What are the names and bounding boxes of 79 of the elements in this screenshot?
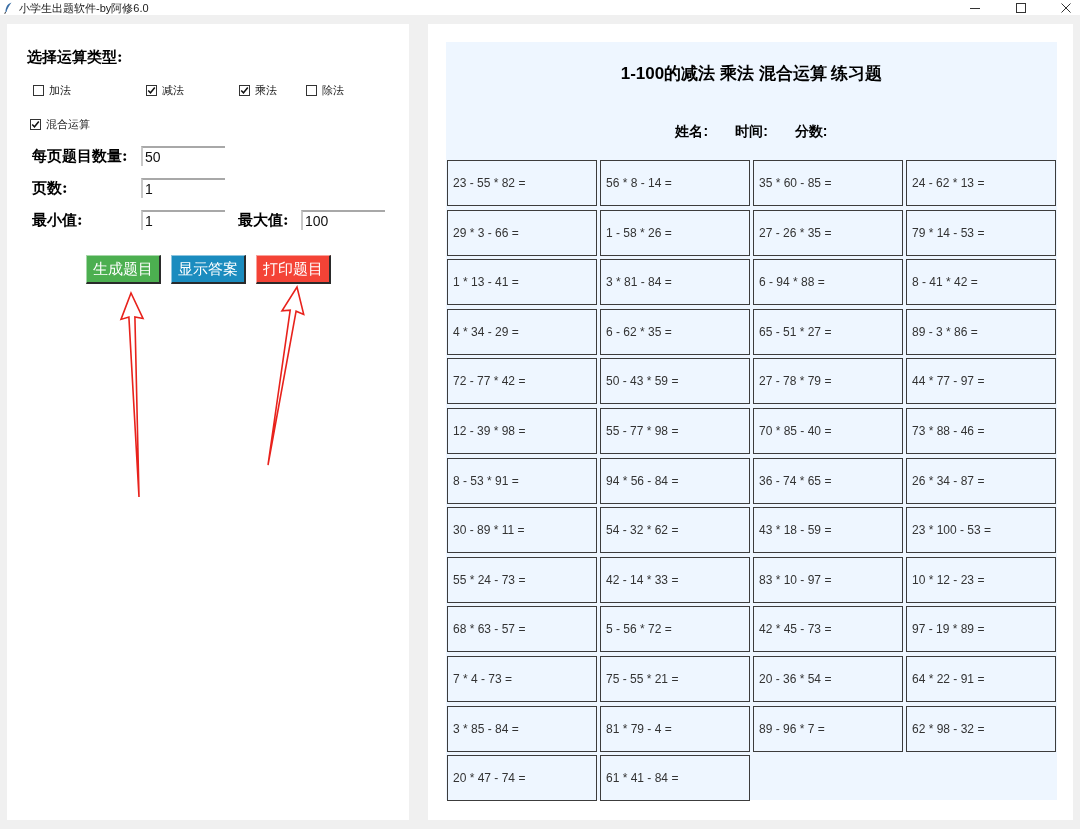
info-label: 分数: [794,122,828,141]
field-label: 最小值: [32,210,84,230]
close-icon[interactable] [1061,2,1071,13]
action-button[interactable]: 显示答案 [170,255,246,284]
input-field[interactable]: 50 [141,146,225,166]
problem-cell: 64 * 22 - 91 = [906,655,1056,702]
problem-cell: 55 - 77 * 98 = [600,407,750,454]
checkbox[interactable] [239,84,250,96]
checkbox[interactable] [306,84,317,96]
problem-cell: 42 * 45 - 73 = [753,606,903,653]
problem-cell: 97 - 19 * 89 = [906,606,1056,653]
problem-cell: 36 - 74 * 65 = [753,457,903,504]
input-field[interactable]: 100 [301,210,385,230]
problem-cell: 30 - 89 * 11 = [447,507,597,554]
problem-cell: 10 * 12 - 23 = [906,556,1056,603]
problem-cell: 23 - 55 * 82 = [447,160,597,206]
problem-cell: 27 - 26 * 35 = [753,209,903,256]
info-label: 姓名: [675,122,709,141]
problem-cell: 8 - 41 * 42 = [906,259,1056,306]
problem-cell: 56 * 8 - 14 = [600,160,750,206]
problem-cell: 68 * 63 - 57 = [447,606,597,653]
problem-cell: 1 - 58 * 26 = [600,209,750,256]
problem-cell: 26 * 34 - 87 = [906,457,1056,504]
problem-cell: 24 - 62 * 13 = [906,160,1056,206]
problem-cell: 79 * 14 - 53 = [906,209,1056,256]
problem-cell: 6 - 94 * 88 = [753,259,903,306]
checkbox-label: 乘法 [255,83,277,97]
problem-cell: 89 - 96 * 7 = [753,705,903,752]
problem-cell: 94 * 56 - 84 = [600,457,750,504]
problem-cell: 62 * 98 - 32 = [906,705,1056,752]
problem-cell: 50 - 43 * 59 = [600,358,750,405]
problem-cell: 12 - 39 * 98 = [447,407,597,454]
field-label: 每页题目数量: [32,146,129,166]
problem-cell: 4 * 34 - 29 = [447,308,597,355]
problem-cell: 20 * 47 - 74 = [447,755,597,802]
problem-cell: 65 - 51 * 27 = [753,308,903,355]
input-field[interactable]: 1 [141,210,225,230]
checkbox[interactable] [33,84,44,96]
problem-cell: 6 - 62 * 35 = [600,308,750,355]
checkbox-label: 加法 [49,83,71,97]
problem-cell: 20 - 36 * 54 = [753,655,903,702]
checkbox[interactable] [30,118,41,130]
problem-cell: 43 * 18 - 59 = [753,507,903,554]
window-title: 小学生出题软件-by阿修6.0 [19,0,149,15]
problem-cell: 1 * 13 - 41 = [447,259,597,306]
problem-cell: 44 * 77 - 97 = [906,358,1056,405]
problem-cell: 5 - 56 * 72 = [600,606,750,653]
problem-cell: 23 * 100 - 53 = [906,507,1056,554]
problem-cell: 81 * 79 - 4 = [600,705,750,752]
checkbox-label: 减法 [162,83,184,97]
info-label: 时间: [735,122,768,141]
problem-cell: 54 - 32 * 62 = [600,507,750,554]
problem-cell: 27 - 78 * 79 = [753,358,903,405]
problem-cell: 73 * 88 - 46 = [906,407,1056,454]
problem-cell: 83 * 10 - 97 = [753,556,903,603]
problem-cell: 29 * 3 - 66 = [447,209,597,256]
worksheet-title: 1-100的减法 乘法 混合运算 练习题 [619,64,884,84]
problem-cell: 75 - 55 * 21 = [600,655,750,702]
field-label: 页数: [32,178,69,198]
field-label: 最大值: [238,210,290,230]
problem-cell: 70 * 85 - 40 = [753,407,903,454]
checkbox-label: 除法 [322,83,344,97]
problem-cell: 3 * 81 - 84 = [600,259,750,306]
problem-cell: 35 * 60 - 85 = [753,160,903,206]
checkbox-label: 混合运算 [46,117,90,131]
problem-cell: 72 - 77 * 42 = [447,358,597,405]
problem-cell: 3 * 85 - 84 = [447,705,597,752]
problem-cell: 42 - 14 * 33 = [600,556,750,603]
action-button[interactable]: 打印题目 [255,255,331,284]
problem-cell: 61 * 41 - 84 = [600,755,750,802]
problem-cell: 8 - 53 * 91 = [447,457,597,504]
feather-icon [4,1,13,14]
problem-cell: 7 * 4 - 73 = [447,655,597,702]
maximize-icon[interactable] [1016,2,1026,13]
section-heading: 选择运算类型: [27,47,124,68]
problem-cell: 55 * 24 - 73 = [447,556,597,603]
input-field[interactable]: 1 [141,178,225,198]
problem-cell: 89 - 3 * 86 = [906,308,1056,355]
checkbox[interactable] [146,84,157,96]
